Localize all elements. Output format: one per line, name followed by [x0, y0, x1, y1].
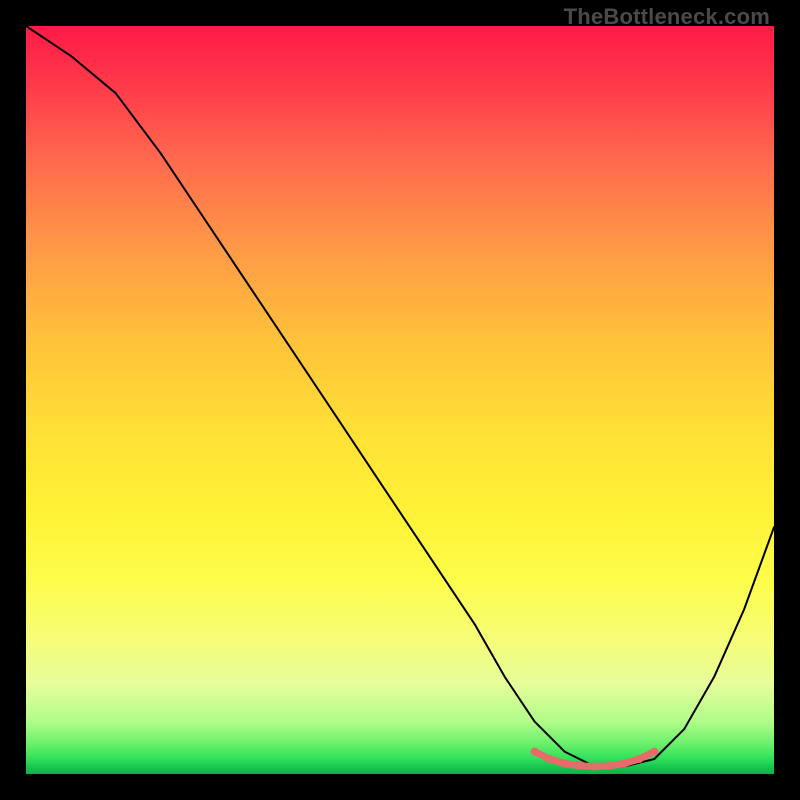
series-valley-highlight-marker [635, 755, 643, 763]
series-valley-highlight-marker [591, 763, 599, 771]
series-valley-highlight-marker [650, 748, 658, 756]
series-valley-highlight-marker [561, 760, 569, 768]
series-valley-highlight-marker [546, 755, 554, 763]
series-valley-highlight-marker [620, 760, 628, 768]
series-valley-highlight-marker [605, 762, 613, 770]
series-container [26, 26, 774, 771]
series-bottleneck-curve [26, 26, 774, 767]
series-valley-highlight-marker [531, 748, 539, 756]
series-valley-highlight-marker [576, 762, 584, 770]
chart-svg [26, 26, 774, 774]
